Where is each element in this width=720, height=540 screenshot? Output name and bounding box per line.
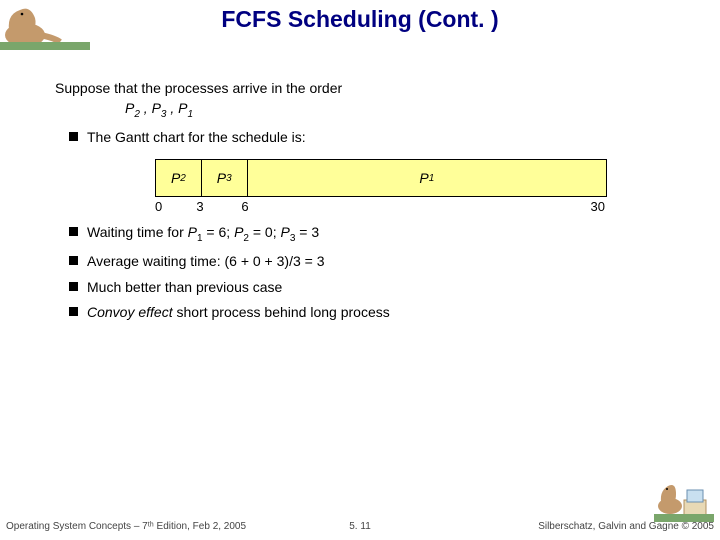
footer-page-number: 5. 11 xyxy=(349,521,371,532)
bullet-waiting-times: Waiting time for P1 = 6; P2 = 0; P3 = 3 xyxy=(69,223,665,246)
proc-p3: P xyxy=(152,100,161,116)
footer-copyright: Silberschatz, Galvin and Gagne © 2005 xyxy=(538,521,714,532)
bullet-list: The Gantt chart for the schedule is: xyxy=(55,128,665,148)
bullet-better: Much better than previous case xyxy=(69,278,665,298)
bullet-avg-wait: Average waiting time: (6 + 0 + 3)/3 = 3 xyxy=(69,252,665,272)
intro-text: Suppose that the processes arrive in the… xyxy=(55,80,665,96)
gantt-tick: 0 xyxy=(155,199,162,214)
bullet-list-2: Waiting time for P1 = 6; P2 = 0; P3 = 3 … xyxy=(55,223,665,323)
dinosaur-logo-top-left xyxy=(0,0,90,50)
gantt-chart: P2P3P1 0 3 6 30 xyxy=(155,159,605,217)
bullet-gantt-intro: The Gantt chart for the schedule is: xyxy=(69,128,665,148)
slide-title: FCFS Scheduling (Cont. ) xyxy=(0,0,720,33)
slide-header: FCFS Scheduling (Cont. ) xyxy=(0,0,720,60)
proc-p2: P xyxy=(125,100,134,116)
footer-left: Operating System Concepts – 7ᵗʰ Edition,… xyxy=(6,521,246,532)
slide-body: Suppose that the processes arrive in the… xyxy=(0,60,720,323)
gantt-segment: P1 xyxy=(248,160,606,196)
gantt-tick: 30 xyxy=(591,199,605,214)
gantt-tick: 3 xyxy=(196,199,203,214)
gantt-tick: 6 xyxy=(241,199,248,214)
proc-p1: P xyxy=(178,100,187,116)
process-order: P2 , P3 , P1 xyxy=(125,100,665,120)
bullet-convoy: Convoy effect short process behind long … xyxy=(69,303,665,323)
gantt-segment: P2 xyxy=(156,160,202,196)
gantt-segment: P3 xyxy=(202,160,248,196)
dinosaur-logo-bottom-right xyxy=(654,472,714,522)
